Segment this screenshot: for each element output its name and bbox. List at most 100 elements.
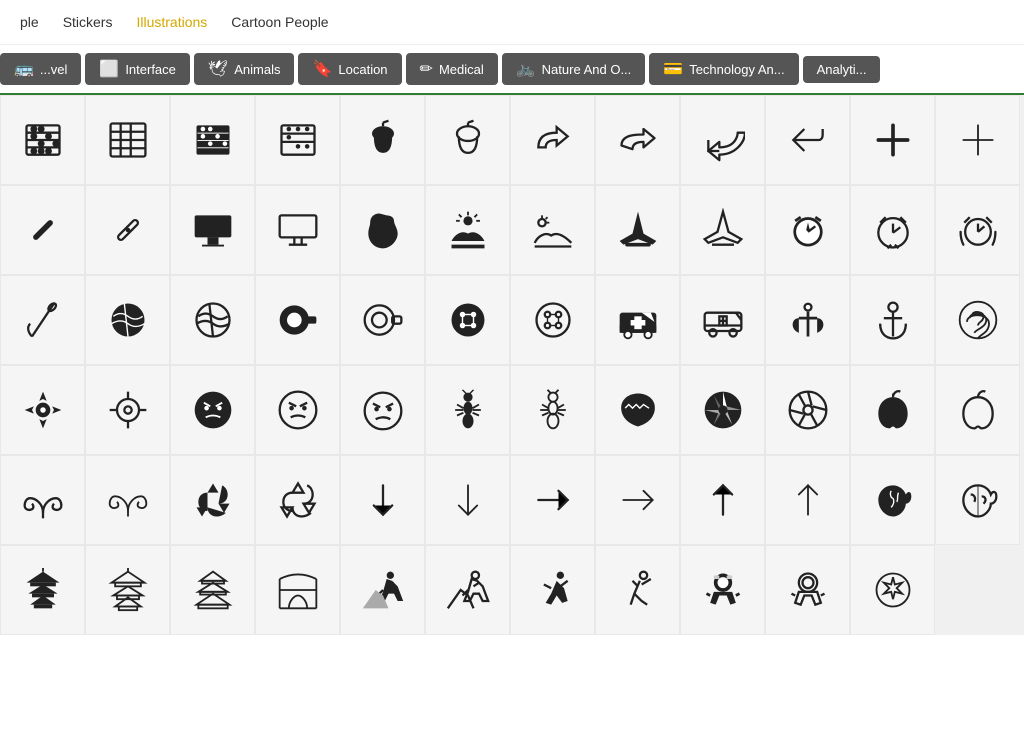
icon-airplane-filled[interactable] [595, 185, 680, 275]
icon-arrow-return-left[interactable] [680, 95, 765, 185]
icon-star-jump[interactable] [510, 545, 595, 635]
cat-technology-label: Technology An... [689, 62, 784, 77]
icon-billboard-filled[interactable] [170, 185, 255, 275]
cat-nature-label: Nature And O... [542, 62, 632, 77]
icon-tape-measure-outline[interactable] [340, 275, 425, 365]
icon-pagoda-filled[interactable] [0, 545, 85, 635]
technology-icon: 💳 [663, 59, 683, 79]
cat-interface[interactable]: ⬜ Interface [85, 53, 190, 85]
icon-abacus-dots[interactable] [255, 95, 340, 185]
icon-africa-map[interactable] [340, 185, 425, 275]
icon-bandage-diagonal[interactable] [0, 185, 85, 275]
icon-arrow-return-left2[interactable] [765, 95, 850, 185]
icon-tape-measure-filled[interactable] [255, 275, 340, 365]
icon-billboard-outline[interactable] [255, 185, 340, 275]
icon-astronaut-filled[interactable] [680, 545, 765, 635]
icon-grid-container [0, 95, 1024, 635]
icon-alarm-clock-ring[interactable] [935, 185, 1020, 275]
icon-angry-face-outline2[interactable] [340, 365, 425, 455]
cat-location-label: Location [338, 62, 387, 77]
top-nav: ple Stickers Illustrations Cartoon Peopl… [0, 0, 1024, 45]
icon-yarn-ball-outline[interactable] [170, 275, 255, 365]
category-bar: 🚌 ...vel ⬜ Interface 🕊 Animals 🔖 Locatio… [0, 45, 1024, 95]
travel-icon: 🚌 [14, 59, 34, 79]
icon-target-cross-outline[interactable] [85, 365, 170, 455]
icon-arrow-up-outline[interactable] [765, 455, 850, 545]
icon-button-four[interactable] [425, 275, 510, 365]
nav-cartoon-people[interactable]: Cartoon People [231, 10, 328, 34]
icon-plus-bold[interactable] [850, 95, 935, 185]
icon-pagoda-outline[interactable] [85, 545, 170, 635]
icon-fingerprint-circle[interactable] [935, 275, 1020, 365]
icon-head-brain2[interactable] [935, 455, 1020, 545]
icon-astronaut-outline[interactable] [765, 545, 850, 635]
icon-farm-landscape[interactable] [510, 185, 595, 275]
icon-head-brain[interactable] [850, 455, 935, 545]
icon-arrow-curve-right[interactable] [510, 95, 595, 185]
medical-icon: ✏ [420, 59, 433, 79]
cat-travel-label: ...vel [40, 62, 67, 77]
icon-aries-outline[interactable] [85, 455, 170, 545]
icon-arrow-curve-right2[interactable] [595, 95, 680, 185]
cat-nature[interactable]: 🚲 Nature And O... [502, 53, 646, 85]
cat-medical[interactable]: ✏ Medical [406, 53, 498, 85]
icon-recycle-arrows-outline[interactable] [255, 455, 340, 545]
icon-mountain-climber2[interactable] [425, 545, 510, 635]
interface-icon: ⬜ [99, 59, 119, 79]
icon-pagoda-2[interactable] [170, 545, 255, 635]
icon-arrow-right-filled[interactable] [510, 455, 595, 545]
icon-ant-outline[interactable] [510, 365, 595, 455]
icon-antarctica-map[interactable] [595, 365, 680, 455]
icon-abacus-outline[interactable] [0, 95, 85, 185]
icon-arrow-down-outline[interactable] [425, 455, 510, 545]
icon-alarm-clock-outline[interactable] [850, 185, 935, 275]
icon-mountain-climber[interactable] [340, 545, 425, 635]
icon-acorn-outline[interactable] [425, 95, 510, 185]
nav-ellipsis[interactable]: ple [20, 10, 39, 34]
cat-travel[interactable]: 🚌 ...vel [0, 53, 81, 85]
nav-stickers[interactable]: Stickers [63, 10, 113, 34]
icon-button-four-outline[interactable] [510, 275, 595, 365]
cat-animals-label: Animals [234, 62, 280, 77]
icon-yarn-ball-filled[interactable] [85, 275, 170, 365]
icon-aries-filled[interactable] [0, 455, 85, 545]
cat-medical-label: Medical [439, 62, 484, 77]
animals-icon: 🕊 [208, 59, 228, 79]
icon-farm-sun[interactable] [425, 185, 510, 275]
icon-anchor-outline[interactable] [850, 275, 935, 365]
icon-apple-filled[interactable] [850, 365, 935, 455]
icon-arrow-down-filled[interactable] [340, 455, 425, 545]
cat-interface-label: Interface [125, 62, 176, 77]
icon-aperture-outline[interactable] [765, 365, 850, 455]
cat-location[interactable]: 🔖 Location [298, 53, 401, 85]
icon-plus-thin[interactable] [935, 95, 1020, 185]
icon-ambulance-cross[interactable] [595, 275, 680, 365]
icon-ambulance-outline[interactable] [680, 275, 765, 365]
icon-apple-outline[interactable] [935, 365, 1020, 455]
cat-animals[interactable]: 🕊 Animals [194, 53, 295, 85]
cat-analytics[interactable]: Analyti... [803, 56, 881, 83]
icon-ant-filled[interactable] [425, 365, 510, 455]
icon-grid [0, 95, 1024, 635]
icon-aperture-filled[interactable] [680, 365, 765, 455]
icon-bandage-outline[interactable] [85, 185, 170, 275]
icon-abacus-grid[interactable] [85, 95, 170, 185]
icon-needle-thread[interactable] [0, 275, 85, 365]
icon-anchor-filled[interactable] [765, 275, 850, 365]
icon-arrow-right-outline[interactable] [595, 455, 680, 545]
icon-alarm-clock-filled[interactable] [765, 185, 850, 275]
icon-target-cross-filled[interactable] [0, 365, 85, 455]
icon-arrow-up-filled[interactable] [680, 455, 765, 545]
nav-illustrations[interactable]: Illustrations [136, 10, 207, 34]
icon-acorn-filled[interactable] [340, 95, 425, 185]
icon-arch-pavilion[interactable] [255, 545, 340, 635]
icon-person-reach[interactable] [595, 545, 680, 635]
icon-recycle-arrows-filled[interactable] [170, 455, 255, 545]
cat-analytics-label: Analyti... [817, 62, 867, 77]
icon-sparkle-circle[interactable] [850, 545, 935, 635]
cat-technology[interactable]: 💳 Technology An... [649, 53, 798, 85]
icon-angry-face-filled[interactable] [170, 365, 255, 455]
icon-abacus-filled[interactable] [170, 95, 255, 185]
icon-angry-face-outline[interactable] [255, 365, 340, 455]
icon-airplane-outline[interactable] [680, 185, 765, 275]
